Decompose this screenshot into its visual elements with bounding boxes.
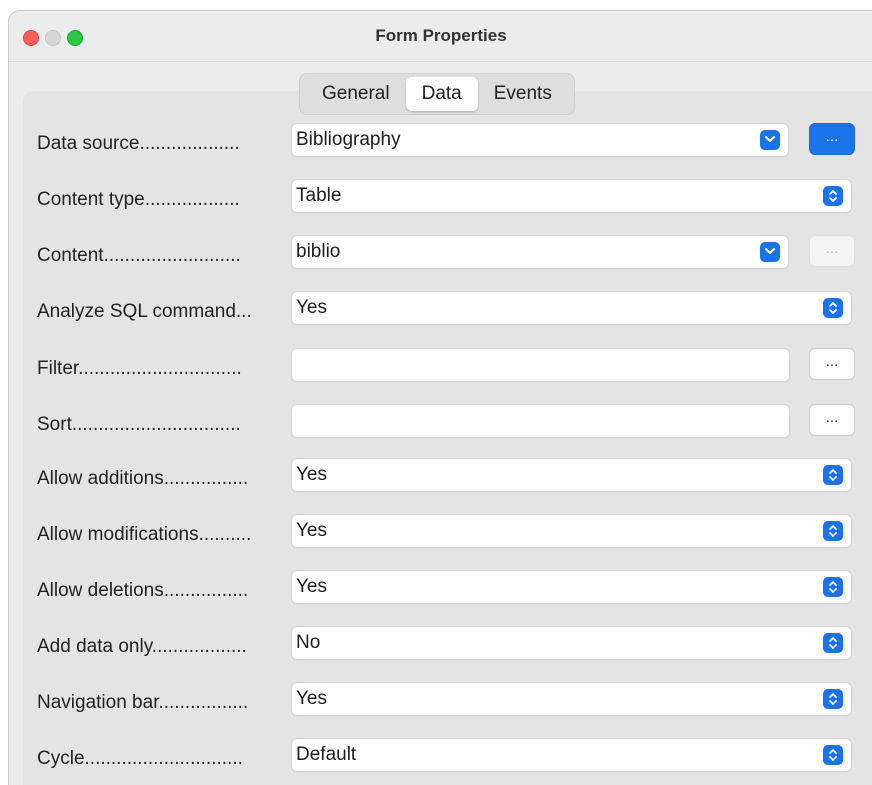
- content-type-select[interactable]: Table: [291, 179, 852, 213]
- allow-additions-select[interactable]: Yes: [291, 458, 852, 492]
- allow-modifications-row: Allow modifications.......... Yes: [9, 514, 872, 558]
- content-type-label: Content type..................: [37, 189, 240, 210]
- window-title: Form Properties: [375, 26, 507, 45]
- navigation-bar-row: Navigation bar................. Yes: [9, 682, 872, 726]
- data-source-browse-button[interactable]: ...: [809, 123, 855, 155]
- allow-deletions-label: Allow deletions................: [37, 580, 249, 601]
- filter-row: Filter............................... ..…: [9, 348, 872, 392]
- tab-data[interactable]: Data: [405, 77, 478, 111]
- sort-browse-button[interactable]: ...: [809, 404, 855, 436]
- filter-input[interactable]: [291, 348, 790, 382]
- up-down-chevron-icon[interactable]: [823, 689, 843, 709]
- chevron-down-icon[interactable]: [760, 242, 780, 262]
- analyze-sql-row: Analyze SQL command... Yes: [9, 291, 872, 335]
- cycle-row: Cycle.............................. Defa…: [9, 738, 872, 782]
- sort-label: Sort................................: [37, 414, 241, 435]
- up-down-chevron-icon[interactable]: [823, 521, 843, 541]
- data-source-row: Data source................... Bibliogra…: [9, 123, 872, 167]
- up-down-chevron-icon[interactable]: [823, 465, 843, 485]
- allow-additions-value: Yes: [296, 464, 327, 485]
- allow-deletions-row: Allow deletions................ Yes: [9, 570, 872, 614]
- up-down-chevron-icon[interactable]: [823, 633, 843, 653]
- allow-modifications-value: Yes: [296, 520, 327, 541]
- content-combobox[interactable]: biblio: [291, 235, 789, 269]
- content-row: Content.......................... biblio…: [9, 235, 872, 279]
- content-type-row: Content type.................. Table: [9, 179, 872, 223]
- filter-label: Filter...............................: [37, 358, 242, 379]
- tab-events[interactable]: Events: [478, 77, 568, 111]
- analyze-sql-label: Analyze SQL command...: [37, 301, 252, 322]
- allow-modifications-label: Allow modifications..........: [37, 524, 252, 545]
- up-down-chevron-icon[interactable]: [823, 298, 843, 318]
- tab-bar: General Data Events: [299, 73, 575, 115]
- add-data-only-value: No: [296, 632, 321, 653]
- cycle-label: Cycle..............................: [37, 748, 243, 769]
- navigation-bar-select[interactable]: Yes: [291, 682, 852, 716]
- navigation-bar-label: Navigation bar.................: [37, 692, 249, 713]
- allow-additions-row: Allow additions................ Yes: [9, 458, 872, 502]
- add-data-only-select[interactable]: No: [291, 626, 852, 660]
- filter-browse-button[interactable]: ...: [809, 348, 855, 380]
- add-data-only-row: Add data only.................. No: [9, 626, 872, 670]
- data-source-combobox[interactable]: Bibliography: [291, 123, 789, 157]
- analyze-sql-select[interactable]: Yes: [291, 291, 852, 325]
- content-label: Content..........................: [37, 245, 241, 266]
- add-data-only-label: Add data only..................: [37, 636, 247, 657]
- content-type-value: Table: [296, 185, 342, 206]
- form-properties-window: Form Properties General Data Events Data…: [8, 10, 872, 785]
- up-down-chevron-icon[interactable]: [823, 745, 843, 765]
- title-bar: Form Properties: [9, 11, 872, 62]
- content-browse-button[interactable]: ...: [809, 235, 855, 267]
- data-source-label: Data source...................: [37, 133, 240, 154]
- navigation-bar-value: Yes: [296, 688, 327, 709]
- chevron-down-icon[interactable]: [760, 130, 780, 150]
- data-source-value: Bibliography: [296, 129, 401, 150]
- content-value: biblio: [296, 241, 341, 262]
- up-down-chevron-icon[interactable]: [823, 186, 843, 206]
- allow-deletions-select[interactable]: Yes: [291, 570, 852, 604]
- up-down-chevron-icon[interactable]: [823, 577, 843, 597]
- allow-deletions-value: Yes: [296, 576, 327, 597]
- sort-input[interactable]: [291, 404, 790, 438]
- cycle-select[interactable]: Default: [291, 738, 852, 772]
- sort-row: Sort................................ ...: [9, 404, 872, 448]
- allow-additions-label: Allow additions................: [37, 468, 249, 489]
- tab-general[interactable]: General: [306, 77, 406, 111]
- cycle-value: Default: [296, 744, 357, 765]
- analyze-sql-value: Yes: [296, 297, 327, 318]
- allow-modifications-select[interactable]: Yes: [291, 514, 852, 548]
